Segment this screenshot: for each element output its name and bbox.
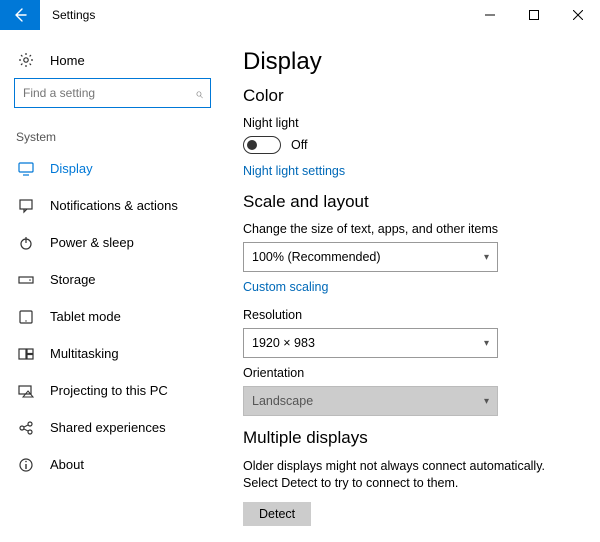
home-label: Home: [36, 53, 85, 68]
toggle-thumb: [247, 140, 257, 150]
sidebar-item-notifications[interactable]: Notifications & actions: [0, 187, 225, 224]
orientation-label: Orientation: [243, 366, 580, 380]
custom-scaling-link[interactable]: Custom scaling: [243, 280, 580, 294]
minimize-button[interactable]: [468, 0, 512, 30]
back-arrow-icon: [12, 7, 28, 23]
back-button[interactable]: [0, 0, 40, 30]
close-button[interactable]: [556, 0, 600, 30]
sidebar-item-label: Projecting to this PC: [36, 383, 168, 398]
night-light-toggle[interactable]: Off: [243, 136, 580, 154]
sidebar-item-multitasking[interactable]: Multitasking: [0, 335, 225, 372]
chevron-down-icon: ▾: [484, 252, 489, 263]
page-title: Display: [243, 48, 580, 76]
multiple-displays-heading: Multiple displays: [243, 428, 580, 448]
tablet-icon: [16, 309, 36, 325]
sidebar-item-tablet[interactable]: Tablet mode: [0, 298, 225, 335]
sidebar-item-label: Multitasking: [36, 346, 119, 361]
sidebar-item-shared[interactable]: Shared experiences: [0, 409, 225, 446]
multiple-displays-text: Older displays might not always connect …: [243, 458, 573, 492]
close-icon: [573, 10, 583, 20]
resolution-dropdown[interactable]: 1920 × 983 ▾: [243, 328, 498, 358]
sidebar-item-label: Shared experiences: [36, 420, 166, 435]
gear-icon: [16, 52, 36, 68]
resolution-label: Resolution: [243, 308, 580, 322]
project-icon: [16, 383, 36, 399]
maximize-button[interactable]: [512, 0, 556, 30]
toggle-state: Off: [291, 138, 307, 152]
search-input[interactable]: [14, 78, 211, 108]
sidebar-item-label: Power & sleep: [36, 235, 134, 250]
sidebar-item-label: Notifications & actions: [36, 198, 178, 213]
toggle-track: [243, 136, 281, 154]
color-heading: Color: [243, 86, 580, 106]
scale-label: Change the size of text, apps, and other…: [243, 222, 580, 236]
scale-value: 100% (Recommended): [252, 250, 381, 264]
info-icon: [16, 457, 36, 473]
monitor-icon: [16, 161, 36, 177]
sidebar-item-storage[interactable]: Storage: [0, 261, 225, 298]
sidebar-item-label: Tablet mode: [36, 309, 121, 324]
orientation-dropdown: Landscape ▾: [243, 386, 498, 416]
maximize-icon: [529, 10, 539, 20]
sidebar: Home ⌕ System Display Notifications & ac…: [0, 30, 225, 542]
power-icon: [16, 235, 36, 251]
scale-heading: Scale and layout: [243, 192, 580, 212]
minimize-icon: [485, 10, 495, 20]
title-bar: Settings: [0, 0, 600, 30]
main-panel: Display Color Night light Off Night ligh…: [225, 30, 600, 542]
sidebar-item-projecting[interactable]: Projecting to this PC: [0, 372, 225, 409]
sidebar-item-label: Display: [36, 161, 93, 176]
night-light-label: Night light: [243, 116, 580, 130]
night-light-settings-link[interactable]: Night light settings: [243, 164, 580, 178]
home-nav[interactable]: Home: [0, 46, 225, 78]
sidebar-item-power[interactable]: Power & sleep: [0, 224, 225, 261]
scale-dropdown[interactable]: 100% (Recommended) ▾: [243, 242, 498, 272]
search-icon: ⌕: [195, 85, 203, 102]
storage-icon: [16, 272, 36, 288]
window-title: Settings: [40, 8, 468, 22]
section-label: System: [0, 124, 225, 150]
orientation-value: Landscape: [252, 394, 313, 408]
sidebar-item-label: Storage: [36, 272, 96, 287]
multitask-icon: [16, 346, 36, 362]
sidebar-item-label: About: [36, 457, 84, 472]
detect-button[interactable]: Detect: [243, 502, 311, 526]
resolution-value: 1920 × 983: [252, 336, 315, 350]
chevron-down-icon: ▾: [484, 396, 489, 407]
sidebar-item-display[interactable]: Display: [0, 150, 225, 187]
chevron-down-icon: ▾: [484, 338, 489, 349]
sidebar-item-about[interactable]: About: [0, 446, 225, 483]
notification-icon: [16, 198, 36, 214]
share-icon: [16, 420, 36, 436]
